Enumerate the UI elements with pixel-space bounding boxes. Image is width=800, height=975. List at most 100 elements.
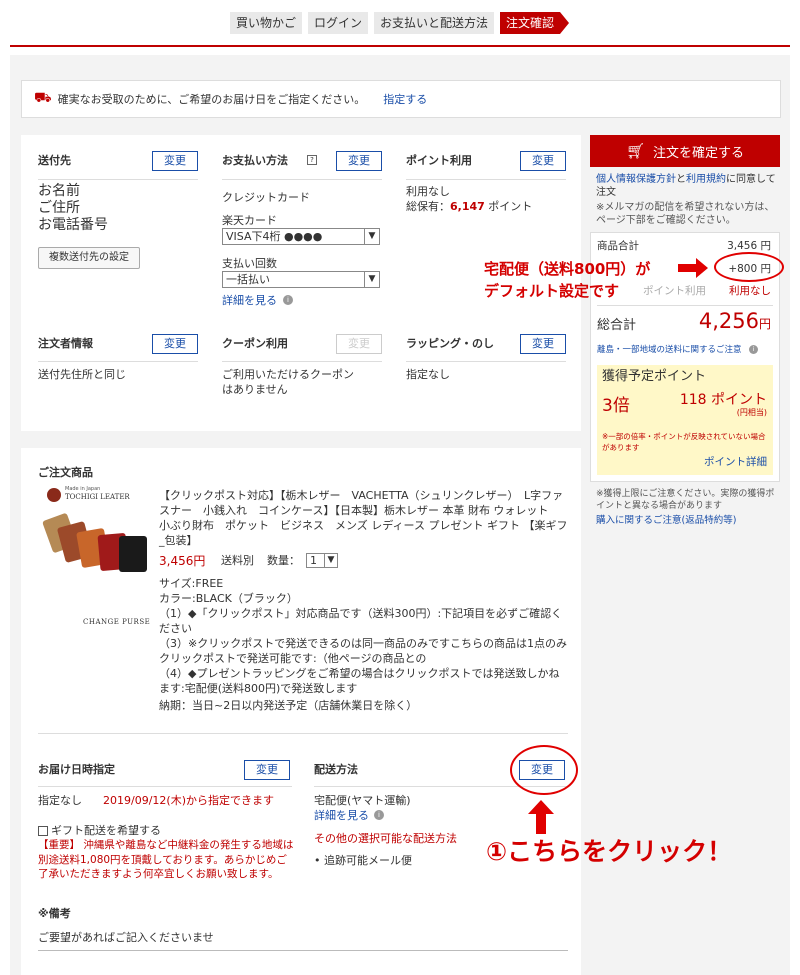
payment-method: クレジットカード: [222, 191, 310, 204]
shipping-to-phone: お電話番号: [38, 217, 108, 233]
product-price: 3,456円: [159, 554, 206, 568]
annotation-circle-shipping: [714, 252, 784, 282]
quantity-select[interactable]: 1 ▼: [306, 553, 338, 568]
agreement-text: 個人情報保護方針と利用規約に同意して注文: [596, 173, 776, 199]
payment-details-link[interactable]: 詳細を見る: [222, 293, 277, 308]
annotation-circle-change: [510, 745, 578, 795]
coupon-title: クーポン利用: [222, 337, 288, 350]
confirm-order-button[interactable]: 🛒︎ 注文を確定する: [590, 135, 780, 167]
earn-points-value: 118 ポイント: [679, 392, 767, 408]
total-label: 総合計: [597, 318, 637, 333]
coupon-change-button[interactable]: 変更: [336, 334, 382, 354]
points-used-value: 利用なし: [729, 285, 771, 297]
delivery-method-title: 配送方法: [314, 763, 358, 776]
delivery-date-value: 指定なし: [38, 794, 82, 807]
step-cart: 買い物かご: [230, 12, 303, 34]
annotation-shipping-line2: デフォルト設定です: [484, 282, 620, 300]
wrapping-change-button[interactable]: 変更: [520, 334, 566, 354]
points-details-link[interactable]: ポイント詳細: [704, 455, 767, 470]
step-payment-shipping: お支払いと配送方法: [374, 12, 495, 34]
earn-points-label: 獲得予定ポイント: [602, 369, 707, 384]
product-lead-time: 納期：当日~2日以内発送予定（店舗休業日を除く）: [159, 699, 418, 712]
delivery-method-details-link[interactable]: 詳細を見る: [314, 808, 369, 823]
brand-name: TOCHIGI LEATER: [65, 493, 130, 501]
divider: [222, 361, 382, 362]
remarks-title: ※備考: [38, 907, 71, 920]
points-used-label: ポイント利用: [643, 285, 706, 297]
confirm-order-label: 注文を確定する: [653, 145, 745, 161]
quantity-label: 数量：: [267, 554, 300, 567]
coupon-value: ご利用いただけるクーポンはありません: [222, 368, 354, 396]
delivery-date-title: お届け日時指定: [38, 763, 115, 776]
delivery-date-change-button[interactable]: 変更: [244, 760, 290, 780]
order-items-panel: ご注文商品 Made in Japan TOCHIGI LEATER CHANG…: [21, 448, 581, 975]
notice-specify-link[interactable]: 指定する: [383, 91, 427, 107]
privacy-policy-link[interactable]: 個人情報保護方針: [596, 174, 676, 185]
shipping-to-name: お名前: [38, 183, 80, 199]
installment-select-value: 一括払い: [226, 273, 270, 286]
multi-address-button[interactable]: 複数送付先の設定: [38, 247, 140, 269]
shipping-to-change-button[interactable]: 変更: [152, 151, 198, 171]
divider: [38, 786, 292, 787]
checkout-steps: 買い物かご ログイン お支払いと配送方法 注文確認: [230, 12, 570, 34]
divider: [38, 179, 198, 180]
product-color: カラー:BLACK（ブラック）: [159, 592, 298, 605]
payment-title: お支払い方法: [222, 154, 288, 167]
product-option-4: （4）◆プレゼントラッピングをご希望の場合はクリックポストでは発送致しかねます:…: [159, 667, 560, 695]
shipping-to-address: ご住所: [38, 200, 80, 216]
step-login: ログイン: [308, 12, 369, 34]
gift-warning: 【重要】 沖縄県や離島など中継料金の発生する地域は別途送料1,080円を頂戴して…: [38, 839, 294, 880]
info-icon: i: [283, 295, 293, 305]
points-balance-label: 総保有：: [406, 200, 450, 213]
other-methods-label: その他の選択可能な配送方法: [314, 832, 457, 845]
subtotal-label: 商品合計: [597, 240, 639, 252]
help-icon[interactable]: ?: [307, 155, 317, 165]
delivery-date-available: 2019/09/12(木)から指定できます: [103, 794, 274, 807]
product-name-link[interactable]: 【クリックポスト対応】【栃木レザー VACHETTA（シュリンクレザー） L字フ…: [159, 488, 569, 548]
gift-label: ギフト配送を希望する: [51, 824, 161, 837]
chevron-down-icon: ▼: [364, 272, 379, 287]
orderer-change-button[interactable]: 変更: [152, 334, 198, 354]
divider: [222, 179, 382, 180]
product-image[interactable]: Made in Japan TOCHIGI LEATER CHANGE PURS…: [41, 486, 156, 626]
orderer-title: 注文者情報: [38, 337, 93, 350]
points-balance-value: 6,147: [450, 200, 485, 213]
earn-points-box: 獲得予定ポイント 3倍 118 ポイント (円相当) ※一部の倍率・ポイントが反…: [597, 365, 773, 475]
island-shipping-link[interactable]: 離島・一部地域の送料に関するご注意: [597, 343, 742, 358]
product-size: サイズ:FREE: [159, 577, 224, 590]
product-option-1: （1）◆「クリックポスト」対応商品です（送料300円）:下記項目を必ずご確認くだ…: [159, 607, 563, 635]
divider: [597, 305, 773, 306]
installment-select[interactable]: 一括払い ▼: [222, 271, 380, 288]
terms-link[interactable]: 利用規約: [686, 174, 726, 185]
points-change-button[interactable]: 変更: [520, 151, 566, 171]
annotation-shipping-line1: 宅配便（送料800円）が: [484, 260, 651, 278]
divider: [406, 179, 566, 180]
quantity-select-value: 1: [310, 554, 317, 567]
annotation-click-here: ①こちらをクリック！: [486, 837, 733, 866]
shipping-to-title: 送付先: [38, 154, 71, 167]
info-icon: i: [749, 345, 758, 354]
other-method-option: • 追跡可能メール便: [314, 854, 412, 867]
payment-change-button[interactable]: 変更: [336, 151, 382, 171]
points-status: 利用なし: [406, 185, 450, 198]
cart-icon: 🛒︎: [625, 142, 646, 160]
orderer-value: 送付先住所と同じ: [38, 368, 126, 381]
product-shipping: 送料別: [221, 554, 254, 567]
divider: [38, 361, 198, 362]
card-label: 楽天カード: [222, 214, 277, 227]
earn-points-unit: (円相当): [736, 408, 767, 417]
remarks-text: ご要望があればご記入くださいませ: [38, 931, 214, 944]
brand-tagline: Made in Japan: [65, 486, 101, 492]
wallet-black: [119, 536, 147, 572]
wrapping-title: ラッピング・のし: [406, 337, 494, 350]
divider: [38, 950, 568, 951]
gift-checkbox[interactable]: [38, 826, 48, 836]
truck-icon: ⛟: [34, 90, 52, 106]
delivery-method-value: 宅配便(ヤマト運輸): [314, 794, 411, 807]
divider: [406, 361, 566, 362]
purchase-notes-link[interactable]: 購入に関するご注意(返品特約等): [596, 513, 736, 528]
card-select[interactable]: VISA下4桁 ●●●● ▼: [222, 228, 380, 245]
earn-points-note: ※一部の倍率・ポイントが反映されていない場合があります: [602, 432, 766, 452]
notice-text: 確実なお受取のために、ご希望のお届け日をご指定ください。: [57, 93, 366, 106]
arrow-right-icon: [678, 258, 708, 278]
